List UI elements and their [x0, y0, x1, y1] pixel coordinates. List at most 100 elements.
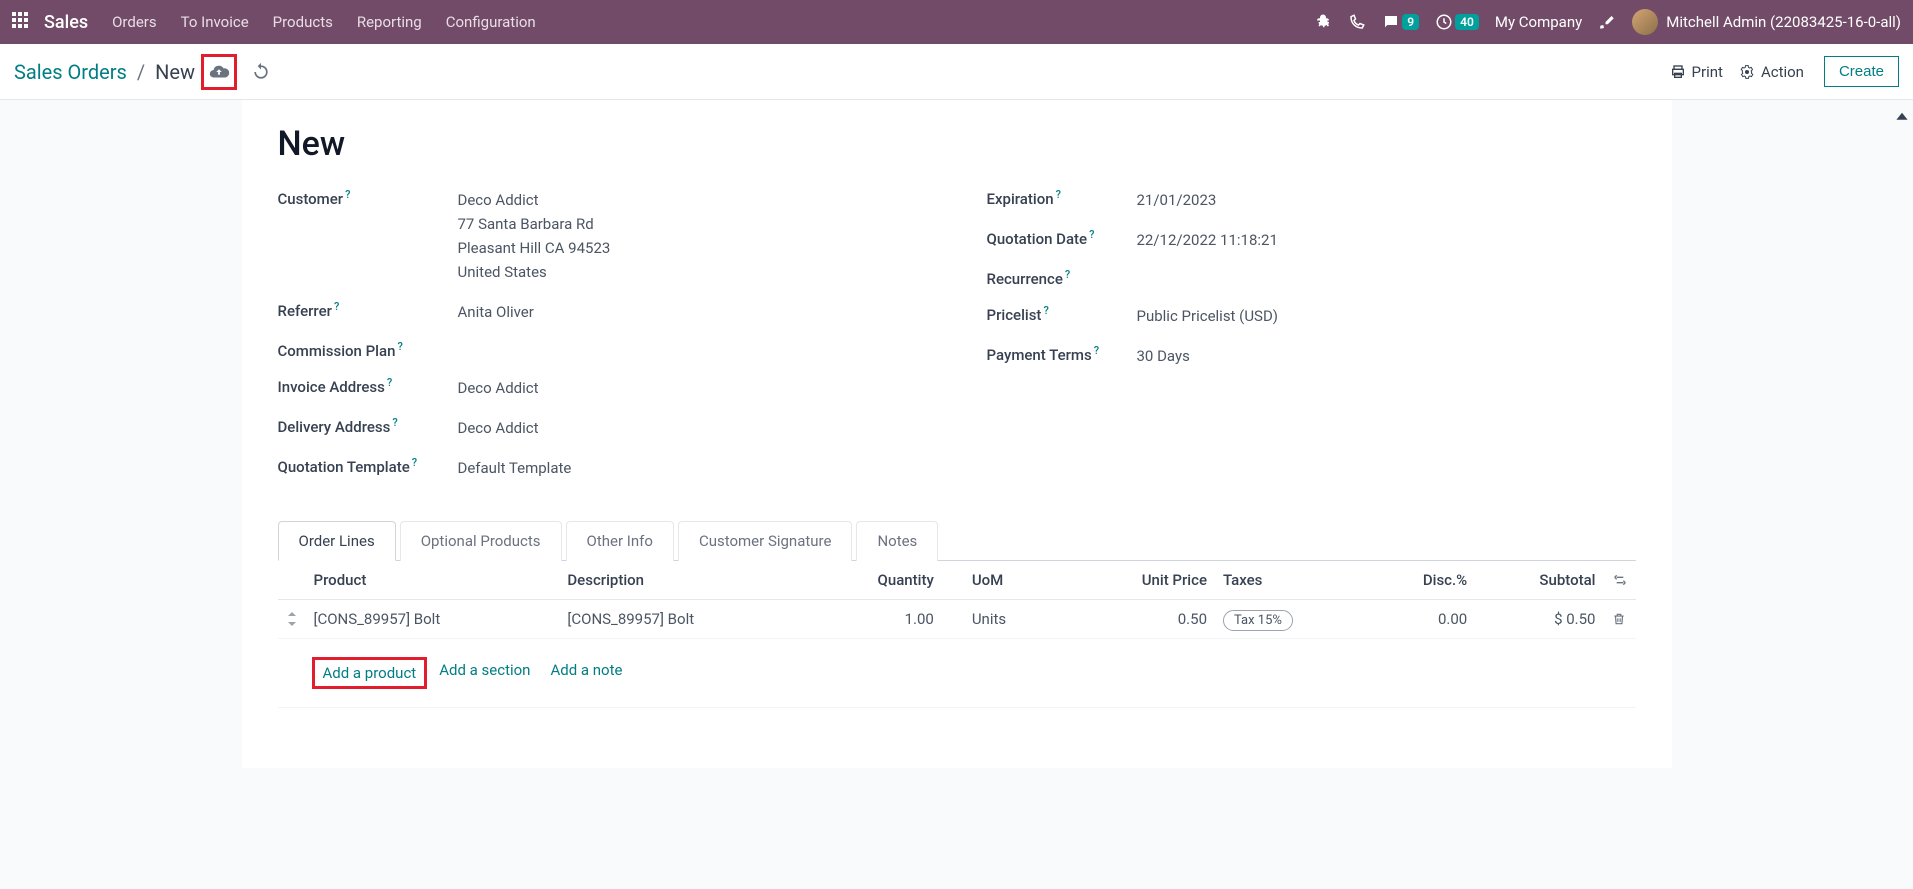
cell-quantity[interactable]: 1.00	[813, 600, 942, 639]
cell-product[interactable]: [CONS_89957] Bolt	[306, 600, 560, 639]
breadcrumb-root[interactable]: Sales Orders	[14, 60, 127, 84]
form-right-column: Expiration? 21/01/2023 Quotation Date? 2…	[987, 188, 1636, 496]
phone-icon[interactable]	[1348, 13, 1366, 31]
breadcrumb-current: New	[155, 60, 195, 84]
menu-orders[interactable]: Orders	[112, 13, 157, 31]
help-icon[interactable]: ?	[1056, 188, 1061, 201]
app-brand[interactable]: Sales	[44, 12, 88, 33]
help-icon[interactable]: ?	[334, 300, 339, 313]
breadcrumb: Sales Orders / New	[14, 60, 195, 84]
table-row[interactable]: [CONS_89957] Bolt [CONS_89957] Bolt 1.00…	[278, 600, 1636, 639]
cell-description[interactable]: [CONS_89957] Bolt	[559, 600, 813, 639]
user-menu[interactable]: Mitchell Admin (22083425-16-0-all)	[1632, 9, 1901, 35]
add-section-link[interactable]: Add a section	[439, 661, 530, 685]
save-cloud-icon[interactable]	[201, 54, 237, 90]
col-description: Description	[559, 561, 813, 600]
activities-icon[interactable]: 40	[1435, 13, 1479, 31]
order-lines-table: Product Description Quantity UoM Unit Pr…	[278, 561, 1636, 708]
payment-terms-label: Payment Terms?	[987, 344, 1137, 364]
cell-subtotal: $ 0.50	[1475, 600, 1603, 639]
add-note-link[interactable]: Add a note	[550, 661, 622, 685]
tab-optional-products[interactable]: Optional Products	[400, 521, 562, 561]
drag-handle-icon[interactable]	[278, 600, 306, 639]
print-label: Print	[1692, 63, 1723, 81]
delivery-address-label: Delivery Address?	[278, 416, 458, 436]
help-icon[interactable]: ?	[412, 456, 417, 469]
col-product: Product	[306, 561, 560, 600]
payment-terms-value[interactable]: 30 Days	[1137, 344, 1636, 368]
add-links-row: Add a product Add a section Add a note	[314, 649, 1628, 697]
tab-notes[interactable]: Notes	[856, 521, 938, 561]
create-button[interactable]: Create	[1824, 56, 1899, 87]
tabs: Order Lines Optional Products Other Info…	[278, 520, 1636, 561]
col-subtotal: Subtotal	[1475, 561, 1603, 600]
help-icon[interactable]: ?	[1094, 344, 1099, 357]
help-icon[interactable]: ?	[1089, 228, 1094, 241]
apps-icon[interactable]	[12, 12, 32, 32]
invoice-address-label: Invoice Address?	[278, 376, 458, 396]
commission-plan-label: Commission Plan?	[278, 340, 458, 360]
menu-products[interactable]: Products	[273, 13, 333, 31]
cell-disc[interactable]: 0.00	[1368, 600, 1475, 639]
main-menu: Orders To Invoice Products Reporting Con…	[112, 13, 536, 31]
tab-order-lines[interactable]: Order Lines	[278, 521, 396, 561]
menu-configuration[interactable]: Configuration	[446, 13, 536, 31]
print-button[interactable]: Print	[1662, 59, 1731, 85]
col-unit-price: Unit Price	[1070, 561, 1215, 600]
pricelist-value[interactable]: Public Pricelist (USD)	[1137, 304, 1636, 328]
bug-icon[interactable]	[1314, 13, 1332, 31]
discard-icon[interactable]	[243, 54, 279, 90]
user-name: Mitchell Admin (22083425-16-0-all)	[1666, 13, 1901, 31]
help-icon[interactable]: ?	[392, 416, 397, 429]
action-label: Action	[1761, 63, 1804, 81]
pricelist-label: Pricelist?	[987, 304, 1137, 324]
recurrence-label: Recurrence?	[987, 268, 1137, 288]
referrer-value[interactable]: Anita Oliver	[458, 300, 927, 324]
activities-badge: 40	[1455, 14, 1479, 30]
control-bar: Sales Orders / New Print Action Create	[0, 44, 1913, 100]
delivery-address-value[interactable]: Deco Addict	[458, 416, 927, 440]
delete-row-icon[interactable]	[1604, 600, 1636, 639]
col-taxes: Taxes	[1215, 561, 1368, 600]
col-quantity: Quantity	[813, 561, 942, 600]
page-title: New	[278, 124, 1636, 164]
tab-other-info[interactable]: Other Info	[566, 521, 674, 561]
col-disc: Disc.%	[1368, 561, 1475, 600]
cell-taxes[interactable]: Tax 15%	[1215, 600, 1368, 639]
referrer-label: Referrer?	[278, 300, 458, 320]
add-product-link[interactable]: Add a product	[323, 664, 417, 682]
cell-uom[interactable]: Units	[942, 600, 1071, 639]
cell-unit-price[interactable]: 0.50	[1070, 600, 1215, 639]
quotation-date-value[interactable]: 22/12/2022 11:18:21	[1137, 228, 1636, 252]
tab-customer-signature[interactable]: Customer Signature	[678, 521, 853, 561]
col-uom: UoM	[942, 561, 1071, 600]
quotation-template-label: Quotation Template?	[278, 456, 458, 476]
col-options-icon[interactable]	[1604, 561, 1636, 600]
form-sheet: New Customer? Deco Addict 77 Santa Barba…	[242, 100, 1672, 768]
expiration-label: Expiration?	[987, 188, 1137, 208]
help-icon[interactable]: ?	[1043, 304, 1048, 317]
customer-value[interactable]: Deco Addict 77 Santa Barbara Rd Pleasant…	[458, 188, 927, 284]
help-icon[interactable]: ?	[345, 188, 350, 201]
company-switch[interactable]: My Company	[1495, 13, 1582, 31]
menu-to-invoice[interactable]: To Invoice	[181, 13, 249, 31]
breadcrumb-sep: /	[137, 60, 145, 84]
messages-icon[interactable]: 9	[1382, 13, 1419, 31]
action-button[interactable]: Action	[1731, 59, 1812, 85]
top-navbar: Sales Orders To Invoice Products Reporti…	[0, 0, 1913, 44]
quotation-date-label: Quotation Date?	[987, 228, 1137, 248]
invoice-address-value[interactable]: Deco Addict	[458, 376, 927, 400]
help-icon[interactable]: ?	[1065, 268, 1070, 281]
navbar-right: 9 40 My Company Mitchell Admin (22083425…	[1314, 9, 1901, 35]
expiration-value[interactable]: 21/01/2023	[1137, 188, 1636, 212]
form-left-column: Customer? Deco Addict 77 Santa Barbara R…	[278, 188, 927, 496]
menu-reporting[interactable]: Reporting	[357, 13, 422, 31]
quotation-template-value[interactable]: Default Template	[458, 456, 927, 480]
scroll-up-arrow-icon[interactable]	[1895, 110, 1911, 126]
avatar	[1632, 9, 1658, 35]
help-icon[interactable]: ?	[397, 340, 402, 353]
messages-badge: 9	[1402, 14, 1419, 30]
help-icon[interactable]: ?	[387, 376, 392, 389]
tax-badge: Tax 15%	[1223, 610, 1293, 631]
tools-icon[interactable]	[1598, 13, 1616, 31]
